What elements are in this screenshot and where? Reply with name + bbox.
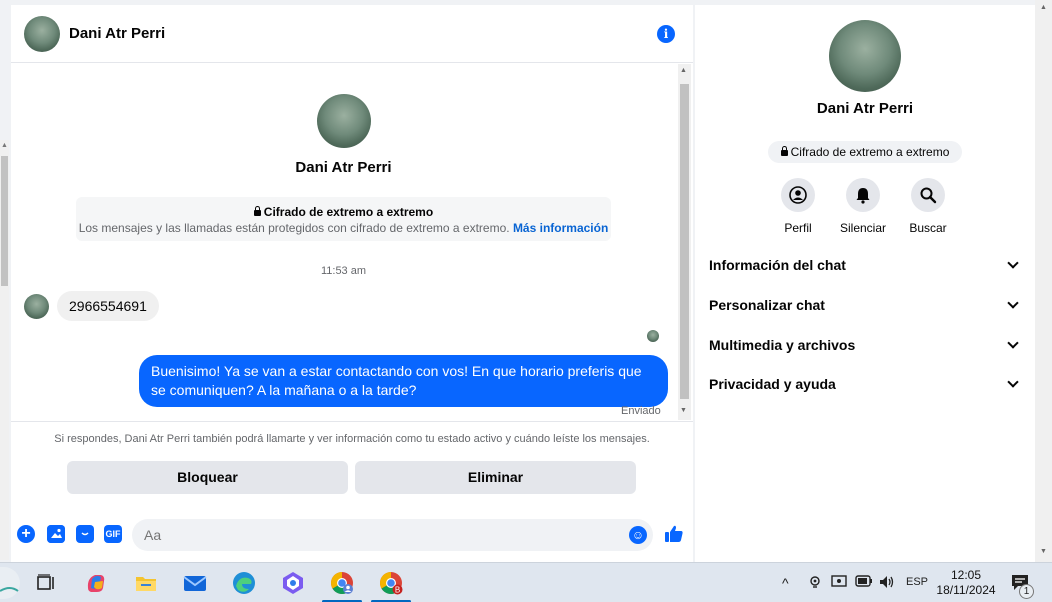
scroll-up-arrow-icon[interactable]: ▲ [1,142,8,149]
message-scrollbar[interactable]: ▲ ▼ [678,64,691,420]
info-icon[interactable]: i [657,25,675,43]
windows-taskbar: B ^ ESP 12:05 18/11/2024 1 [0,562,1052,602]
mute-action-label: Silenciar [839,221,887,235]
task-view-icon[interactable] [33,570,59,596]
edge-browser-icon[interactable] [231,570,257,596]
chrome-badge: B [395,586,400,595]
more-info-link[interactable]: Más información [513,221,608,235]
page-scrollbar[interactable]: ▲ [0,140,9,560]
office-hub-icon[interactable] [280,570,306,596]
camera-icon[interactable] [808,575,822,592]
mail-icon[interactable] [182,570,208,596]
image-icon[interactable] [47,525,65,543]
section-label: Información del chat [709,257,846,273]
message-timestamp: 11:53 am [320,265,367,277]
lock-icon [253,206,261,216]
conversation-avatar[interactable] [316,94,371,148]
notification-count-badge: 1 [1019,584,1034,599]
message-input[interactable] [132,519,653,551]
scroll-down-arrow-icon[interactable]: ▼ [680,407,687,414]
file-explorer-icon[interactable] [133,570,159,596]
encryption-notice: Cifrado de extremo a extremo Los mensaje… [76,197,611,241]
scrollbar-thumb[interactable] [1,156,8,286]
sticker-icon[interactable] [76,525,94,543]
section-label: Multimedia y archivos [709,337,856,353]
block-button[interactable]: Bloquear [67,461,348,494]
search-action[interactable]: Buscar [893,178,963,235]
copilot-icon[interactable] [83,570,109,596]
encryption-title: Cifrado de extremo a extremo [263,205,434,219]
encryption-badge-label: Cifrado de extremo a extremo [790,145,950,159]
section-media-files[interactable]: Multimedia y archivos [709,330,1021,360]
chevron-down-icon [1007,256,1019,269]
chat-details-panel: Dani Atr Perri Cifrado de extremo a extr… [695,5,1035,562]
message-list: Dani Atr Perri Cifrado de extremo a extr… [11,64,693,420]
plus-icon[interactable]: + [17,525,35,543]
scroll-up-arrow-icon[interactable]: ▲ [680,67,687,74]
section-chat-info[interactable]: Información del chat [709,250,1021,280]
chevron-down-icon [1007,375,1019,388]
profile-action[interactable]: Perfil [763,178,833,235]
battery-icon[interactable] [855,575,873,590]
section-label: Privacidad y ayuda [709,376,836,392]
seen-indicator-avatar [647,330,659,342]
chevron-down-icon [1007,296,1019,309]
message-status: Enviado [621,405,661,417]
widgets-icon[interactable] [0,567,20,599]
bell-icon[interactable] [846,178,880,212]
system-clock[interactable]: 12:05 18/11/2024 [935,568,997,598]
delete-button[interactable]: Eliminar [355,461,636,494]
chrome-profile-icon[interactable] [329,570,355,596]
section-privacy-help[interactable]: Privacidad y ayuda [709,369,1021,399]
profile-name[interactable]: Dani Atr Perri [695,100,1035,117]
composer: + GIF ☺ [11,515,693,553]
outgoing-message-bubble[interactable]: Buenisimo! Ya se van a estar contactando… [139,355,668,407]
gif-icon[interactable]: GIF [104,525,122,543]
incoming-message-bubble[interactable]: 2966554691 [57,291,159,321]
section-label: Personalizar chat [709,297,825,313]
scroll-up-arrow-icon[interactable]: ▲ [1040,4,1047,11]
scroll-down-arrow-icon[interactable]: ▼ [1040,548,1047,555]
profile-icon[interactable] [781,178,815,212]
window-scrollbar[interactable]: ▲ ▼ [1035,0,1052,562]
conversation-name: Dani Atr Perri [295,159,392,176]
chat-panel: Dani Atr Perri i Dani Atr Perri Cifrado … [11,5,693,562]
profile-avatar[interactable] [829,20,901,92]
incoming-message-row: 2966554691 [24,291,159,321]
chevron-down-icon [1007,336,1019,349]
encryption-badge: Cifrado de extremo a extremo [768,141,962,163]
profile-action-label: Perfil [784,221,812,235]
thumbs-up-icon[interactable] [664,524,684,550]
chat-header: Dani Atr Perri i [11,5,693,63]
conversation-profile-header: Dani Atr Perri [11,94,676,176]
reply-notice: Si respondes, Dani Atr Perri también pod… [11,421,693,445]
chat-header-name[interactable]: Dani Atr Perri [69,25,165,42]
language-indicator[interactable]: ESP [906,576,928,588]
chrome-browser-icon[interactable]: B [378,570,404,596]
lock-icon [780,146,788,156]
screen-share-icon[interactable] [831,575,847,592]
sender-avatar[interactable] [24,293,49,319]
volume-icon[interactable] [879,575,895,592]
section-customize-chat[interactable]: Personalizar chat [709,290,1021,320]
clock-time: 12:05 [950,568,982,582]
emoji-icon[interactable]: ☺ [629,526,647,544]
chevron-up-icon[interactable]: ^ [782,575,789,591]
encryption-description: Los mensajes y las llamadas están proteg… [78,221,510,235]
clock-date: 18/11/2024 [936,583,996,597]
scrollbar-thumb[interactable] [680,84,689,399]
mute-action[interactable]: Silenciar [828,178,898,235]
contact-avatar[interactable] [24,15,60,52]
search-action-label: Buscar [909,221,947,235]
search-icon[interactable] [911,178,945,212]
